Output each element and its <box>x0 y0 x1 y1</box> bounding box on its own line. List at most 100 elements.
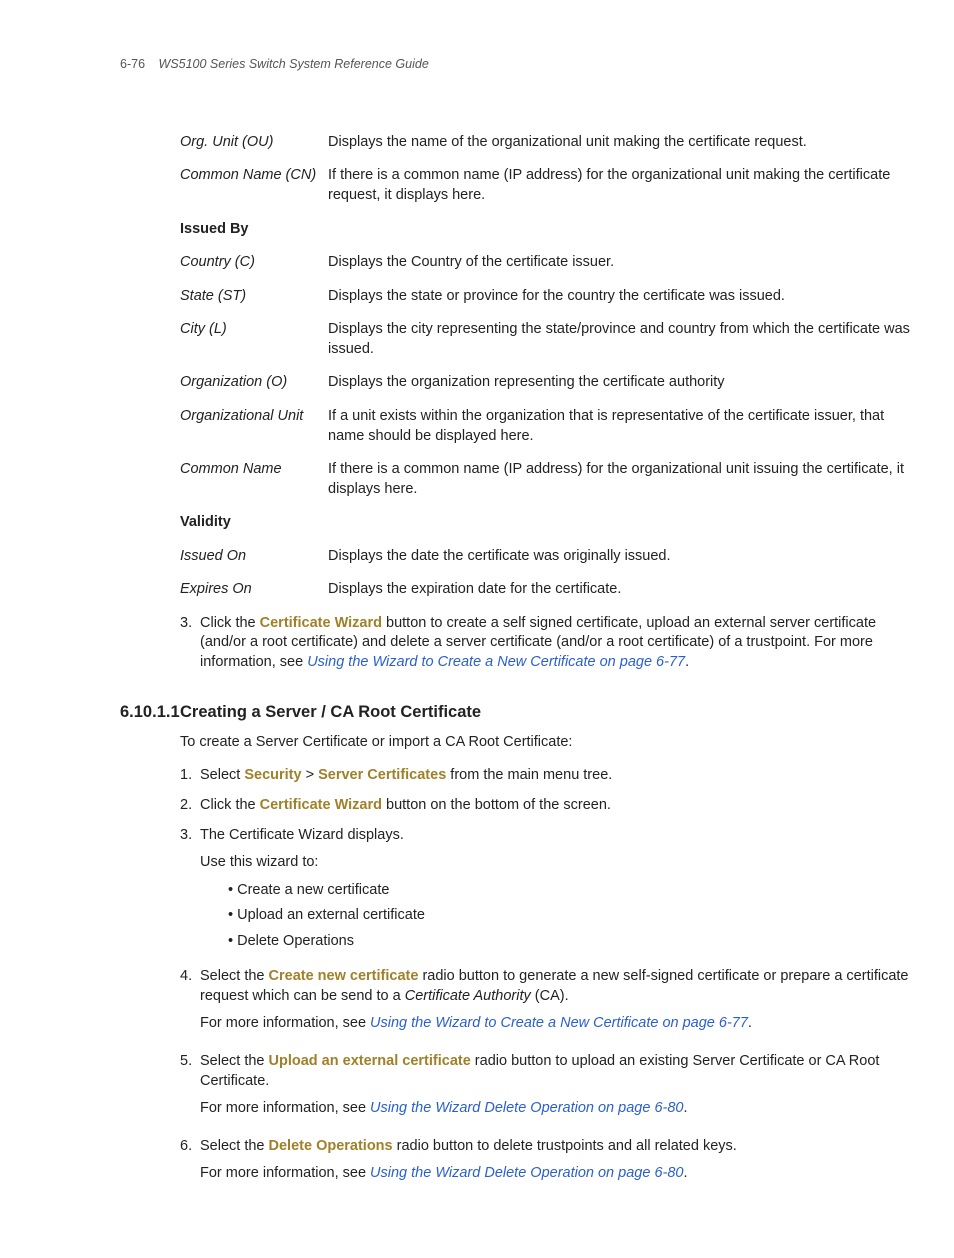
step3-wrapper: 3. Click the Certificate Wizard button t… <box>180 614 914 673</box>
text: (CA). <box>531 988 569 1004</box>
text: . <box>748 1015 752 1031</box>
text: Select the <box>200 1053 269 1069</box>
list-item: Delete Operations <box>228 932 914 952</box>
step-body: Click the Certificate Wizard button to c… <box>200 614 914 673</box>
table-row: Expires OnDisplays the expiration date f… <box>180 580 914 600</box>
step-body: Select Security > Server Certificates fr… <box>200 766 914 786</box>
step-3b: 3. The Certificate Wizard displays. Use … <box>180 826 914 958</box>
step-4: 4. Select the Create new certificate rad… <box>180 967 914 1042</box>
table-row: Organizational UnitIf a unit exists with… <box>180 407 914 446</box>
text: . <box>685 654 689 670</box>
text: radio button to delete trustpoints and a… <box>393 1138 737 1154</box>
doc-title: WS5100 Series Switch System Reference Gu… <box>159 57 429 71</box>
cert-wizard-term: Certificate Wizard <box>260 797 382 813</box>
table-row: Issued By <box>180 220 914 240</box>
table-row: Organization (O)Displays the organizatio… <box>180 373 914 393</box>
cert-wizard-term: Certificate Wizard <box>260 615 382 631</box>
text: Use this wizard to: <box>200 853 914 873</box>
ca-term: Certificate Authority <box>405 988 531 1004</box>
table-row: Common Name (CN)If there is a common nam… <box>180 166 914 205</box>
term-label: Issued By <box>180 220 328 240</box>
table-row: Issued OnDisplays the date the certifica… <box>180 547 914 567</box>
text: For more information, see <box>200 1165 370 1181</box>
page-number: 6-76 <box>120 57 145 71</box>
step-body: The Certificate Wizard displays. Use thi… <box>200 826 914 958</box>
term-label: Common Name <box>180 460 328 499</box>
section-number: 6.10.1.1 <box>120 701 180 723</box>
step-body: Select the Create new certificate radio … <box>200 967 914 1042</box>
step-body: Select the Delete Operations radio butto… <box>200 1137 914 1192</box>
step-number: 1. <box>180 766 200 786</box>
text: from the main menu tree. <box>446 767 612 783</box>
step-5: 5. Select the Upload an external certifi… <box>180 1052 914 1127</box>
wizard-options: Create a new certificate Upload an exter… <box>228 881 914 952</box>
term-description: Displays the city representing the state… <box>328 320 914 359</box>
term-description: If there is a common name (IP address) f… <box>328 166 914 205</box>
create-new-cert-term: Create new certificate <box>269 968 419 984</box>
step-2: 2. Click the Certificate Wizard button o… <box>180 796 914 816</box>
text: The Certificate Wizard displays. <box>200 826 914 846</box>
table-row: Org. Unit (OU)Displays the name of the o… <box>180 133 914 153</box>
text: For more information, see <box>200 1100 370 1116</box>
table-row: Country (C)Displays the Country of the c… <box>180 253 914 273</box>
term-description: Displays the state or province for the c… <box>328 287 914 307</box>
text: > <box>302 767 319 783</box>
step-number: 5. <box>180 1052 200 1127</box>
term-label: Validity <box>180 513 328 533</box>
step-6: 6. Select the Delete Operations radio bu… <box>180 1137 914 1192</box>
list-item: Create a new certificate <box>228 881 914 901</box>
text: Select the <box>200 968 269 984</box>
term-label: Org. Unit (OU) <box>180 133 328 153</box>
table-row: City (L)Displays the city representing t… <box>180 320 914 359</box>
link-delete-op[interactable]: Using the Wizard Delete Operation on pag… <box>370 1165 683 1181</box>
step-number: 2. <box>180 796 200 816</box>
term-label: State (ST) <box>180 287 328 307</box>
term-label: City (L) <box>180 320 328 359</box>
step-3: 3. Click the Certificate Wizard button t… <box>180 614 914 673</box>
text: Select <box>200 767 244 783</box>
server-cert-term: Server Certificates <box>318 767 446 783</box>
section-heading: 6.10.1.1 Creating a Server / CA Root Cer… <box>120 701 914 723</box>
term-description: Displays the Country of the certificate … <box>328 253 914 273</box>
delete-operations-term: Delete Operations <box>269 1138 393 1154</box>
step-1: 1. Select Security > Server Certificates… <box>180 766 914 786</box>
procedure-list: 1. Select Security > Server Certificates… <box>180 766 914 1191</box>
term-description: If a unit exists within the organization… <box>328 407 914 446</box>
list-item: Upload an external certificate <box>228 906 914 926</box>
text: button on the bottom of the screen. <box>382 797 611 813</box>
step-body: Click the Certificate Wizard button on t… <box>200 796 914 816</box>
step-body: Select the Upload an external certificat… <box>200 1052 914 1127</box>
page-header: 6-76 WS5100 Series Switch System Referen… <box>120 56 914 73</box>
term-label: Expires On <box>180 580 328 600</box>
term-description: Displays the expiration date for the cer… <box>328 580 914 600</box>
table-row: Common NameIf there is a common name (IP… <box>180 460 914 499</box>
term-label: Organization (O) <box>180 373 328 393</box>
text: Click the <box>200 615 260 631</box>
term-description: Displays the organization representing t… <box>328 373 914 393</box>
table-row: State (ST)Displays the state or province… <box>180 287 914 307</box>
step-number: 4. <box>180 967 200 1042</box>
term-label: Country (C) <box>180 253 328 273</box>
text: . <box>683 1100 687 1116</box>
text: Click the <box>200 797 260 813</box>
section-intro: To create a Server Certificate or import… <box>180 733 914 753</box>
definition-table: Org. Unit (OU)Displays the name of the o… <box>180 133 914 600</box>
text: . <box>683 1165 687 1181</box>
text: Select the <box>200 1138 269 1154</box>
link-new-cert[interactable]: Using the Wizard to Create a New Certifi… <box>370 1015 748 1031</box>
table-row: Validity <box>180 513 914 533</box>
link-delete-op[interactable]: Using the Wizard Delete Operation on pag… <box>370 1100 683 1116</box>
term-description: Displays the name of the organizational … <box>328 133 914 153</box>
step-number: 6. <box>180 1137 200 1192</box>
term-label: Organizational Unit <box>180 407 328 446</box>
link-new-cert[interactable]: Using the Wizard to Create a New Certifi… <box>307 654 685 670</box>
term-label: Issued On <box>180 547 328 567</box>
upload-ext-cert-term: Upload an external certificate <box>269 1053 471 1069</box>
step-number: 3. <box>180 826 200 958</box>
term-description: If there is a common name (IP address) f… <box>328 460 914 499</box>
term-description: Displays the date the certificate was or… <box>328 547 914 567</box>
term-label: Common Name (CN) <box>180 166 328 205</box>
security-term: Security <box>244 767 301 783</box>
section-title: Creating a Server / CA Root Certificate <box>180 701 481 723</box>
text: For more information, see <box>200 1015 370 1031</box>
